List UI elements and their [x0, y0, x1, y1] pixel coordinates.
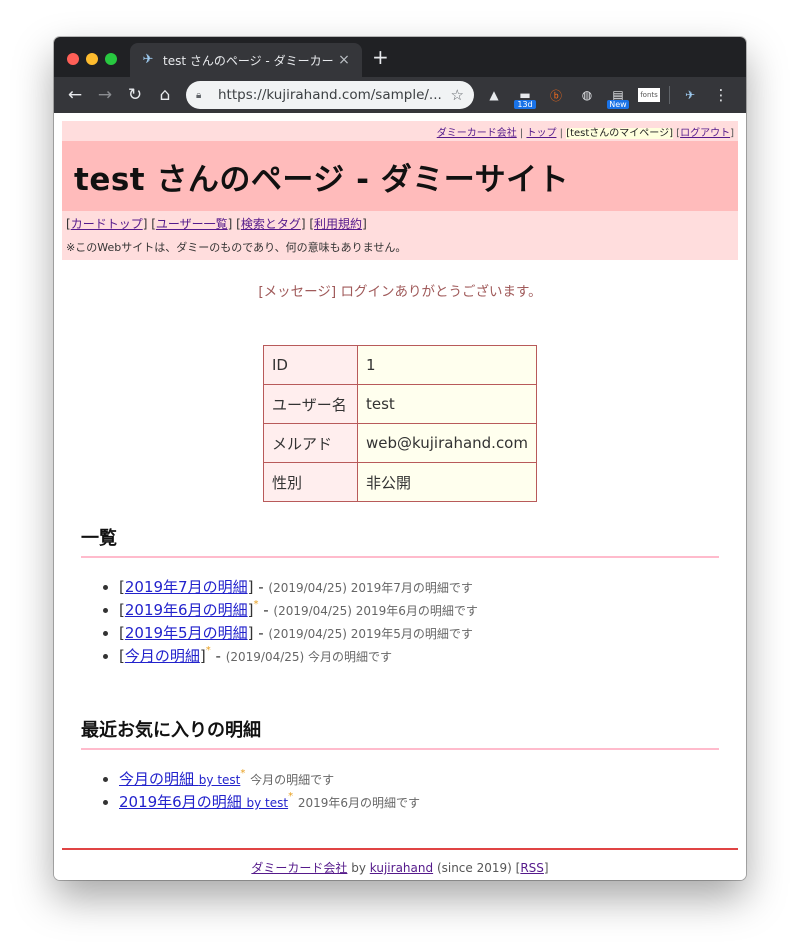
- statement-meta: (2019/04/25) 今月の明細です: [225, 650, 393, 664]
- top-navigation: ダミーカード会社 | トップ | [testさんのマイページ] [ログアウト]: [436, 128, 734, 139]
- list-item: [2019年6月の明細]* - (2019/04/25) 2019年6月の明細で…: [119, 599, 746, 622]
- favorites-section-title: 最近お気に入りの明細: [81, 716, 719, 750]
- new-extension-icon[interactable]: ▤ New: [607, 84, 629, 109]
- table-row: メルアド web@kujirahand.com: [263, 423, 537, 463]
- list-section-title: 一覧: [81, 524, 719, 558]
- nav-terms[interactable]: 利用規約: [314, 217, 362, 231]
- footer-rss-link[interactable]: RSS: [520, 861, 544, 875]
- favorites-list: 今月の明細 by test* 今月の明細です 2019年6月の明細 by tes…: [119, 768, 746, 814]
- list-item: 2019年6月の明細 by test* 2019年6月の明細です: [119, 791, 746, 814]
- login-message: [メッセージ] ログインありがとうございます。: [258, 284, 542, 300]
- forward-icon[interactable]: →: [92, 82, 118, 108]
- web-page: ダミーカード会社 | トップ | [testさんのマイページ] [ログアウト] …: [54, 113, 746, 880]
- page-title: test さんのページ - ダミーサイト: [74, 161, 570, 198]
- list-item: 今月の明細 by test* 今月の明細です: [119, 768, 746, 791]
- lock-icon: 🔒︎: [196, 89, 202, 101]
- header-banner: test さんのページ - ダミーサイト: [62, 141, 738, 211]
- bookmark-star-icon[interactable]: ☆: [451, 86, 464, 104]
- statement-link[interactable]: 2019年6月の明細: [125, 601, 248, 619]
- mypage-label: [testさんのマイページ]: [566, 128, 673, 139]
- favorite-by: by test: [246, 796, 289, 810]
- company-link[interactable]: ダミーカード会社: [437, 128, 517, 139]
- minimize-window-button[interactable]: [86, 53, 98, 65]
- title-bar: ✈ test さんのページ - ダミーカード × +: [54, 37, 746, 77]
- footer-since: (since 2019): [436, 861, 512, 875]
- top-link[interactable]: トップ: [526, 128, 556, 139]
- nav-user-list[interactable]: ユーザー一覧: [156, 217, 228, 231]
- keep-icon[interactable]: ◍: [576, 84, 598, 106]
- disclaimer-text: ※このWebサイトは、ダミーのものであり、何の意味もありません。: [66, 241, 407, 254]
- table-row: ID 1: [263, 345, 537, 385]
- favorite-by: by test: [198, 773, 241, 787]
- browser-toolbar: ← → ↻ ⌂ 🔒︎ https://kujirahand.com/sample…: [54, 77, 746, 113]
- statement-meta: (2019/04/25) 2019年7月の明細です: [268, 581, 473, 595]
- new-extension-badge: New: [607, 100, 629, 109]
- table-row: 性別 非公開: [263, 462, 537, 502]
- profile-key: メルアド: [263, 423, 358, 463]
- favorite-link-label: 今月の明細: [119, 770, 195, 788]
- favorite-star-icon: *: [288, 791, 294, 802]
- profile-table: ID 1 ユーザー名 test メルアド web@kujirahand.com …: [263, 345, 537, 502]
- tab-close-icon[interactable]: ×: [336, 52, 352, 68]
- back-icon[interactable]: ←: [62, 82, 88, 108]
- calendar-badge: 13d: [514, 100, 536, 109]
- favorite-link[interactable]: 今月の明細 by test: [119, 770, 240, 788]
- home-icon[interactable]: ⌂: [152, 82, 178, 108]
- statement-link[interactable]: 今月の明細: [125, 647, 200, 665]
- list-item: [今月の明細]* - (2019/04/25) 今月の明細です: [119, 645, 746, 668]
- profile-value: test: [357, 384, 537, 424]
- profile-avatar-icon[interactable]: ✈: [679, 84, 701, 106]
- statement-meta: (2019/04/25) 2019年5月の明細です: [268, 627, 473, 641]
- statement-list: [2019年7月の明細] - (2019/04/25) 2019年7月の明細です…: [119, 576, 746, 668]
- maximize-window-button[interactable]: [105, 53, 117, 65]
- profile-key: 性別: [263, 462, 358, 502]
- menu-kebab-icon[interactable]: ⋮: [710, 84, 732, 106]
- list-item: [2019年5月の明細] - (2019/04/25) 2019年5月の明細です: [119, 622, 746, 645]
- footer-author-link[interactable]: kujirahand: [370, 861, 433, 875]
- drive-icon[interactable]: ▲: [483, 84, 505, 106]
- hatena-icon[interactable]: ⓑ: [545, 84, 567, 106]
- profile-value: 1: [357, 345, 537, 385]
- site-favicon-icon: ✈: [142, 52, 154, 67]
- address-bar[interactable]: 🔒︎ https://kujirahand.com/sample/... ☆: [186, 81, 474, 109]
- close-window-button[interactable]: [67, 53, 79, 65]
- url-text[interactable]: https://kujirahand.com/sample/...: [218, 87, 451, 103]
- new-tab-button[interactable]: +: [372, 47, 389, 67]
- favorite-star-icon: *: [253, 599, 259, 610]
- list-item: [2019年7月の明細] - (2019/04/25) 2019年7月の明細です: [119, 576, 746, 599]
- reload-icon[interactable]: ↻: [122, 82, 148, 108]
- profile-value: 非公開: [357, 462, 537, 502]
- footer-company-link[interactable]: ダミーカード会社: [251, 861, 347, 875]
- calendar-icon[interactable]: ▬ 13d: [514, 84, 536, 109]
- favorite-meta: 今月の明細です: [250, 773, 335, 787]
- footer-by: by: [351, 861, 366, 875]
- logout-link[interactable]: ログアウト: [680, 128, 730, 139]
- favorite-star-icon: *: [205, 645, 211, 656]
- site-footer: ダミーカード会社 by kujirahand (since 2019) [RSS…: [62, 848, 738, 876]
- favorite-link[interactable]: 2019年6月の明細 by test: [119, 793, 288, 811]
- nav-card-top[interactable]: カードトップ: [71, 217, 143, 231]
- favorite-link-label: 2019年6月の明細: [119, 793, 242, 811]
- statement-meta: (2019/04/25) 2019年6月の明細です: [273, 604, 478, 618]
- profile-key: ユーザー名: [263, 384, 358, 424]
- statement-link[interactable]: 2019年5月の明細: [125, 624, 248, 642]
- fonts-icon[interactable]: fonts: [638, 88, 660, 102]
- profile-value: web@kujirahand.com: [357, 423, 537, 463]
- toolbar-separator: [669, 86, 670, 104]
- browser-window: ✈ test さんのページ - ダミーカード × + ← → ↻ ⌂ 🔒︎ ht…: [54, 37, 746, 880]
- tab-title: test さんのページ - ダミーカード: [163, 53, 336, 68]
- site-header: ダミーカード会社 | トップ | [testさんのマイページ] [ログアウト] …: [62, 121, 738, 260]
- favorite-meta: 2019年6月の明細です: [297, 796, 421, 810]
- favorite-star-icon: *: [240, 768, 246, 779]
- profile-key: ID: [263, 345, 358, 385]
- sub-navigation: [カードトップ] [ユーザー一覧] [検索とタグ] [利用規約]: [66, 217, 367, 231]
- table-row: ユーザー名 test: [263, 384, 537, 424]
- browser-tab[interactable]: ✈ test さんのページ - ダミーカード ×: [130, 43, 362, 77]
- nav-search-tags[interactable]: 検索とタグ: [241, 217, 301, 231]
- statement-link[interactable]: 2019年7月の明細: [125, 578, 248, 596]
